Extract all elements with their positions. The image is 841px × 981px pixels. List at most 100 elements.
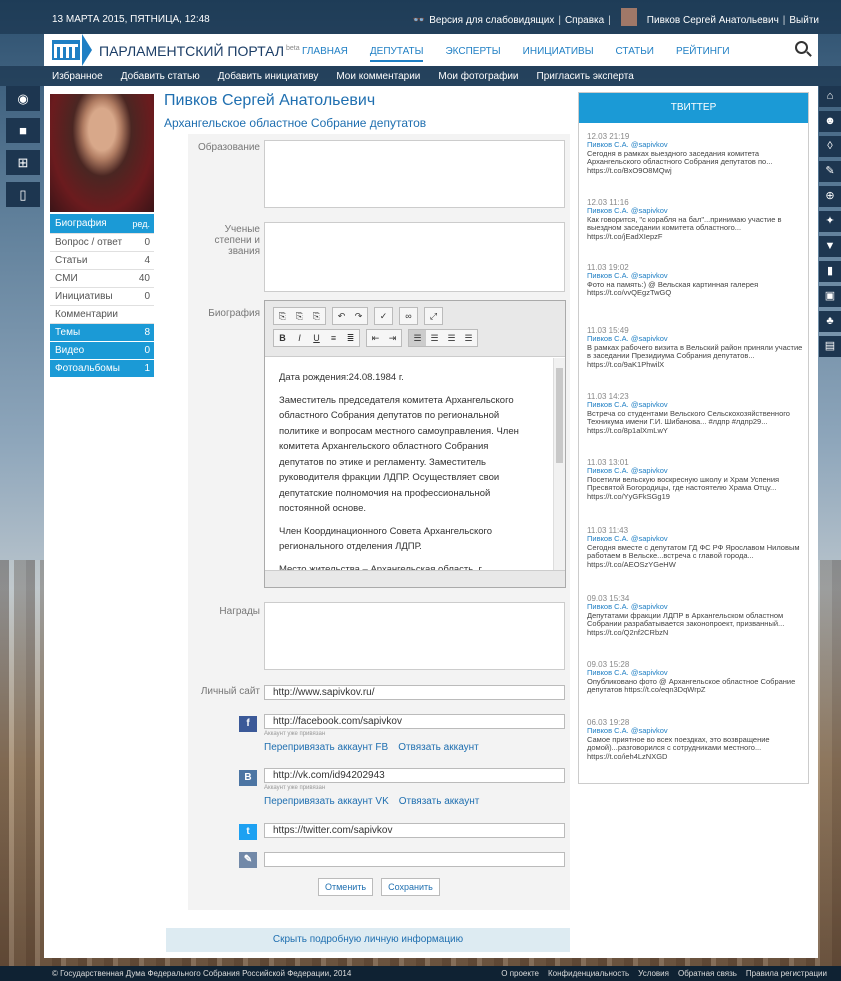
gear-icon[interactable]: ✦ [819,211,841,232]
link-icon[interactable]: ∞ [400,308,417,324]
fullscreen-icon[interactable]: ⤢ [425,308,442,324]
tweet-item[interactable]: 11.03 11:43 Пивков С.А. @sapivkov Сегодня … [587,526,805,569]
tweet-item[interactable]: 12.03 21:19 Пивков С.А. @sapivkov Сегодня … [587,132,805,175]
underline-icon[interactable]: U [308,330,325,346]
subnav-add-article[interactable]: Добавить статью [121,71,200,82]
tweet-item[interactable]: 09.03 15:34 Пивков С.А. @sapivkov Депутата… [587,594,805,637]
awards-textarea[interactable] [264,602,565,670]
briefcase-icon[interactable]: ▣ [819,286,841,307]
align-left-icon[interactable]: ☰ [409,330,426,346]
bold-icon[interactable]: B [274,330,291,346]
sidebar-item-biography[interactable]: Биография ред. [50,214,154,234]
education-textarea[interactable] [264,140,565,208]
profile-organization[interactable]: Архангельское областное Собрание депутат… [164,116,426,130]
nav-experts[interactable]: ЭКСПЕРТЫ [445,46,500,62]
sidebar-item-qa[interactable]: Вопрос / ответ 0 [50,234,154,252]
pin-icon[interactable]: ◊ [819,136,841,157]
accessibility-link[interactable]: Версия для слабовидящих [429,15,554,26]
video-icon[interactable]: ■ [6,118,40,143]
align-justify-icon[interactable]: ☰ [460,330,477,346]
sidebar-item-media[interactable]: СМИ 40 [50,270,154,288]
sidebar-item-video[interactable]: Видео 0 [50,342,154,360]
footer-about-link[interactable]: О проекте [501,966,539,981]
bullet-list-icon[interactable]: ≣ [342,330,359,346]
editor-resize-bar[interactable] [265,570,565,587]
people-icon[interactable]: ☻ [819,111,841,132]
paste-text-icon[interactable]: ⎘ [291,308,308,324]
help-link[interactable]: Справка [565,15,604,26]
footer-feedback-link[interactable]: Обратная связь [678,966,737,981]
footer-privacy-link[interactable]: Конфиденциальность [548,966,629,981]
shield-icon[interactable]: ▼ [819,236,841,257]
search-icon[interactable] [795,41,808,54]
other-link-input[interactable] [264,852,565,867]
fb-links: Перепривязать аккаунт FB Отвязать аккаун… [264,742,479,753]
user-avatar[interactable] [620,8,637,26]
tweet-item[interactable]: 11.03 15:49 Пивков С.А. @sapivkov В рамках… [587,326,805,369]
sidebar-item-comments[interactable]: Комментарии [50,306,154,324]
chart-icon[interactable]: ▮ [819,261,841,282]
info-icon[interactable]: ◉ [6,86,40,111]
nav-home[interactable]: ГЛАВНАЯ [302,46,348,62]
italic-icon[interactable]: I [291,330,308,346]
tree-icon[interactable]: ♣ [819,311,841,332]
sidebar-item-articles[interactable]: Статьи 4 [50,252,154,270]
brand-title[interactable]: ПАРЛАМЕНТСКИЙ ПОРТАЛ beta [99,43,300,59]
fb-unlink-link[interactable]: Отвязать аккаунт [398,742,479,753]
align-right-icon[interactable]: ☰ [443,330,460,346]
fb-relink-link[interactable]: Перепривязать аккаунт FB [264,742,388,753]
degrees-textarea[interactable] [264,222,565,292]
building-icon[interactable]: ⌂ [819,86,841,107]
paste-word-icon[interactable]: ⎘ [308,308,325,324]
twitter-input[interactable]: https://twitter.com/sapivkov [264,823,565,838]
spellcheck-icon[interactable]: ✓ [375,308,392,324]
vk-input[interactable]: http://vk.com/id94202943 [264,768,565,783]
editor-scrollbar[interactable] [553,358,565,570]
biography-editor[interactable]: ⎘ ⎘ ⎘ ↶ ↷ ✓ ∞ ⤢ B I U ≡ ≣ ⇤ ⇥ ☰ ☰ ☰ ☰ Дата рождения… [264,300,566,588]
nav-ratings[interactable]: РЕЙТИНГИ [676,46,730,62]
subnav-add-initiative[interactable]: Добавить инициативу [218,71,319,82]
vk-relink-link[interactable]: Перепривязать аккаунт VK [264,796,389,807]
site-input[interactable]: http://www.sapivkov.ru/ [264,685,565,700]
tag-icon[interactable]: ✎ [819,161,841,182]
redo-icon[interactable]: ↷ [350,308,367,324]
save-button[interactable]: Сохранить [381,878,440,896]
sidebar-item-albums[interactable]: Фотоальбомы 1 [50,360,154,378]
subnav-my-photos[interactable]: Мои фотографии [438,71,518,82]
undo-icon[interactable]: ↶ [333,308,350,324]
facebook-input[interactable]: http://facebook.com/sapivkov [264,714,565,729]
footer-terms-link[interactable]: Условия [638,966,669,981]
nav-articles[interactable]: СТАТЬИ [616,46,654,62]
hide-details-button[interactable]: Скрыть подробную личную информацию [166,928,570,952]
subnav-favorites[interactable]: Избранное [52,71,103,82]
outdent-icon[interactable]: ⇤ [367,330,384,346]
sidebar-item-initiatives[interactable]: Инициативы 0 [50,288,154,306]
nav-initiatives[interactable]: ИНИЦИАТИВЫ [523,46,594,62]
sidebar-item-topics[interactable]: Темы 8 [50,324,154,342]
edit-link[interactable]: ред. [132,214,150,233]
footer-rules-link[interactable]: Правила регистрации [746,966,827,981]
nav-deputies[interactable]: ДЕПУТАТЫ [369,46,424,62]
indent-icon[interactable]: ⇥ [384,330,401,346]
vk-unlink-link[interactable]: Отвязать аккаунт [399,796,480,807]
tweet-item[interactable]: 11.03 13:01 Пивков С.А. @sapivkov Посетили… [587,458,805,501]
paste-icon[interactable]: ⎘ [274,308,291,324]
numbered-list-icon[interactable]: ≡ [325,330,342,346]
align-center-icon[interactable]: ☰ [426,330,443,346]
logout-link[interactable]: Выйти [789,15,819,26]
message-icon[interactable]: ▤ [819,336,841,357]
tweet-item[interactable]: 11.03 14:23 Пивков С.А. @sapivkov Встреча … [587,392,805,435]
cancel-button[interactable]: Отменить [318,878,374,896]
subnav-invite-expert[interactable]: Пригласить эксперта [537,71,634,82]
mobile-icon[interactable]: ▯ [6,182,40,207]
tweet-item[interactable]: 11.03 19:02 Пивков С.А. @sapivkov Фото на … [587,263,805,298]
globe-icon[interactable]: ⊕ [819,186,841,207]
subnav-my-comments[interactable]: Мои комментарии [336,71,420,82]
tweet-item[interactable]: 12.03 11:16 Пивков С.А. @sapivkov Как гово… [587,198,805,241]
user-name-link[interactable]: Пивков Сергей Анатольевич [647,15,779,26]
book-icon[interactable]: ⊞ [6,150,40,175]
parliament-logo-icon[interactable] [52,40,80,60]
tweet-item[interactable]: 09.03 15:28 Пивков С.А. @sapivkov Опублико… [587,660,805,695]
tweet-item[interactable]: 06.03 19:28 Пивков С.А. @sapivkov Самое пр… [587,718,805,761]
biography-text[interactable]: Дата рождения:24.08.1984 г. Заместитель … [265,358,549,570]
